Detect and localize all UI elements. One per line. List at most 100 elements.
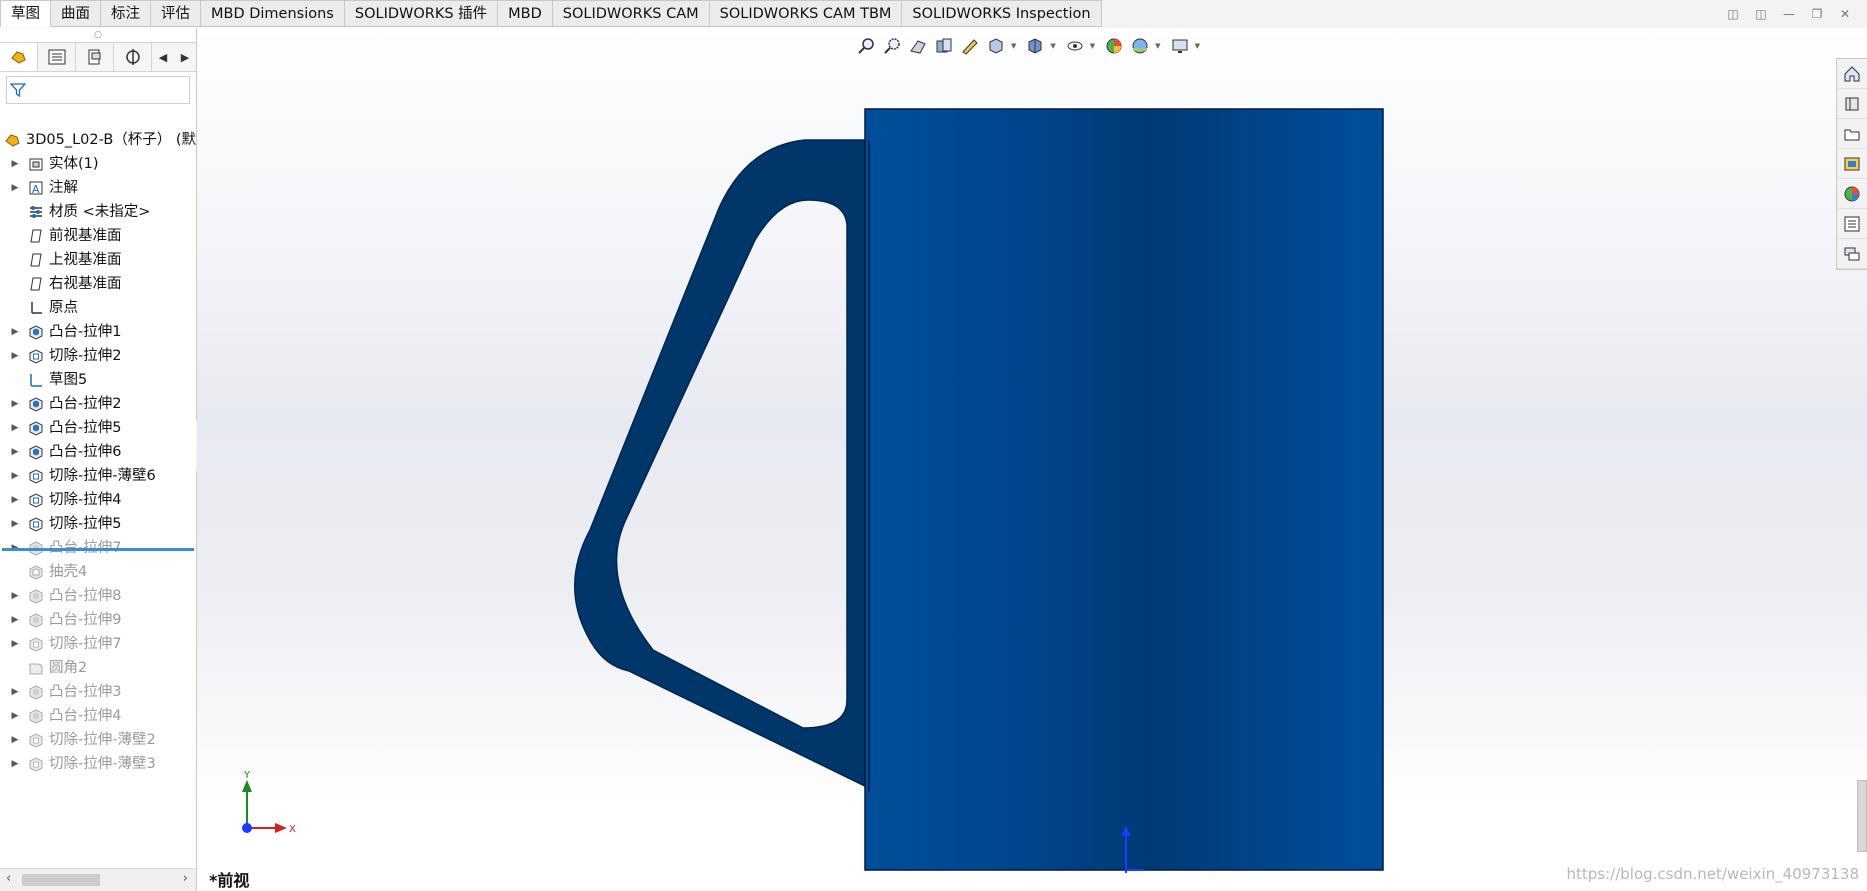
rollback-bar[interactable] — [2, 548, 194, 551]
expand-arrow-icon[interactable]: ▶ — [9, 176, 21, 200]
file-explorer-icon[interactable] — [1837, 119, 1867, 149]
expand-arrow-icon[interactable]: ▶ — [9, 728, 21, 752]
expand-arrow-icon[interactable]: ▶ — [9, 752, 21, 776]
expand-arrow-icon[interactable]: ▶ — [9, 584, 21, 608]
tree-item[interactable]: ▶ 凸台-拉伸1 — [0, 320, 196, 344]
tree-item-label: 原点 — [49, 300, 78, 316]
forum-icon[interactable] — [1837, 239, 1867, 269]
tree-item[interactable]: ▶ A 注解 — [0, 176, 196, 200]
expand-arrow-icon[interactable]: ▶ — [9, 152, 21, 176]
command-tab[interactable]: SOLIDWORKS CAM — [552, 0, 710, 27]
command-tab[interactable]: 评估 — [151, 0, 201, 27]
cut-extrude-icon — [27, 515, 45, 533]
reference-triad: Y X — [242, 770, 296, 835]
tree-item[interactable]: ▶ 凸台-拉伸4 — [0, 704, 196, 728]
tree-item[interactable]: ▶ 凸台-拉伸3 — [0, 680, 196, 704]
expand-arrow-icon[interactable]: ▶ — [9, 440, 21, 464]
command-tab[interactable]: MBD — [498, 0, 553, 27]
tree-item[interactable]: ▶ 凸台-拉伸6 — [0, 440, 196, 464]
tree-item[interactable]: ▶草图5 — [0, 368, 196, 392]
tree-root-part[interactable]: 3D05_L02-B（杯子） (默 — [0, 128, 196, 152]
feature-manager-panel: ○ ◀ ▶ 3D05_L02-B（杯子） (默 ▶实体(1)▶A注解▶材质 <未… — [0, 28, 197, 891]
command-tab[interactable]: 曲面 — [51, 0, 101, 27]
tree-item[interactable]: ▶ 切除-拉伸-薄壁6 — [0, 464, 196, 488]
command-tab[interactable]: SOLIDWORKS Inspection — [902, 0, 1102, 27]
expand-arrow-icon[interactable]: ▶ — [9, 416, 21, 440]
mug-model[interactable] — [197, 28, 1867, 891]
tree-filter-input[interactable] — [6, 76, 190, 104]
expand-arrow-icon[interactable]: ▶ — [9, 608, 21, 632]
fillet-icon — [27, 659, 45, 677]
graphics-area[interactable]: ▼ ▼ ▼ ▼ ▼ Y X *前视 https://blog.csdn.net/… — [197, 28, 1867, 891]
tree-item[interactable]: ▶ 实体(1) — [0, 152, 196, 176]
tree-item[interactable]: ▶ 凸台-拉伸2 — [0, 392, 196, 416]
tree-item-label: 切除-拉伸5 — [49, 516, 122, 532]
tree-item[interactable]: ▶上视基准面 — [0, 248, 196, 272]
tree-item-label: 切除-拉伸7 — [49, 636, 122, 652]
restore-right-icon[interactable]: ◫ — [1753, 6, 1769, 22]
tree-item[interactable]: ▶ 凸台-拉伸5 — [0, 416, 196, 440]
dimxpert-icon[interactable] — [114, 43, 152, 71]
tab-scroll-right-icon[interactable]: ▶ — [174, 43, 196, 71]
panel-horizontal-scrollbar[interactable]: ‹ › — [0, 868, 196, 891]
close-icon[interactable]: ✕ — [1837, 6, 1853, 22]
command-tab[interactable]: SOLIDWORKS CAM TBM — [709, 0, 903, 27]
scroll-left-icon[interactable]: ‹ — [6, 871, 11, 886]
design-library-icon[interactable] — [1837, 89, 1867, 119]
material-icon — [27, 203, 45, 221]
watermark-text: https://blog.csdn.net/weixin_40973138 — [1566, 865, 1859, 883]
tree-item-label: 右视基准面 — [49, 276, 122, 292]
shell-icon — [27, 563, 45, 581]
custom-properties-icon[interactable] — [1837, 209, 1867, 239]
scroll-right-icon[interactable]: › — [183, 871, 188, 886]
tree-item-label: 上视基准面 — [49, 252, 122, 268]
expand-arrow-icon[interactable]: ▶ — [9, 488, 21, 512]
transparency-slider[interactable] — [1857, 780, 1867, 852]
tree-item[interactable]: ▶ 凸台-拉伸9 — [0, 608, 196, 632]
minimize-icon[interactable]: — — [1781, 6, 1797, 22]
boss-extrude-icon — [27, 587, 45, 605]
command-tab[interactable]: SOLIDWORKS 插件 — [344, 0, 499, 27]
panel-grip-icon[interactable]: ○ — [0, 28, 196, 42]
tree-item[interactable]: ▶ 切除-拉伸5 — [0, 512, 196, 536]
tree-item[interactable]: ▶圆角2 — [0, 656, 196, 680]
tree-item-label: 注解 — [49, 180, 78, 196]
expand-arrow-icon[interactable]: ▶ — [9, 344, 21, 368]
view-palette-icon[interactable] — [1837, 149, 1867, 179]
tree-item[interactable]: ▶前视基准面 — [0, 224, 196, 248]
tree-item[interactable]: ▶原点 — [0, 296, 196, 320]
home-icon[interactable] — [1837, 59, 1867, 89]
configuration-manager-icon[interactable] — [76, 43, 114, 71]
maximize-icon[interactable]: ❐ — [1809, 6, 1825, 22]
command-tab[interactable]: 草图 — [0, 0, 51, 27]
expand-arrow-icon[interactable]: ▶ — [9, 512, 21, 536]
appearances-icon[interactable] — [1837, 179, 1867, 209]
scroll-thumb[interactable] — [22, 874, 100, 886]
expand-arrow-icon[interactable]: ▶ — [9, 392, 21, 416]
tree-item[interactable]: ▶抽壳4 — [0, 560, 196, 584]
cut-extrude-icon — [27, 491, 45, 509]
tab-scroll-left-icon[interactable]: ◀ — [152, 43, 174, 71]
tree-item[interactable]: ▶ 切除-拉伸2 — [0, 344, 196, 368]
tree-item[interactable]: ▶ 切除-拉伸-薄壁2 — [0, 728, 196, 752]
tree-item[interactable]: ▶ 切除-拉伸4 — [0, 488, 196, 512]
command-tab[interactable]: MBD Dimensions — [201, 0, 345, 27]
task-pane — [1836, 58, 1867, 270]
expand-arrow-icon[interactable]: ▶ — [9, 632, 21, 656]
mug-handle — [574, 139, 870, 790]
command-tab[interactable]: 标注 — [101, 0, 151, 27]
tree-item[interactable]: ▶ 凸台-拉伸8 — [0, 584, 196, 608]
tree-item[interactable]: ▶材质 <未指定> — [0, 200, 196, 224]
expand-arrow-icon[interactable]: ▶ — [9, 320, 21, 344]
property-manager-icon[interactable] — [38, 43, 76, 71]
tree-item[interactable]: ▶右视基准面 — [0, 272, 196, 296]
expand-arrow-icon[interactable]: ▶ — [9, 464, 21, 488]
expand-arrow-icon[interactable]: ▶ — [9, 680, 21, 704]
tree-item-label: 前视基准面 — [49, 228, 122, 244]
tree-item[interactable]: ▶ 切除-拉伸-薄壁3 — [0, 752, 196, 776]
tree-item[interactable]: ▶ 切除-拉伸7 — [0, 632, 196, 656]
expand-arrow-icon[interactable]: ▶ — [9, 704, 21, 728]
triad-x-label: X — [289, 824, 296, 835]
restore-left-icon[interactable]: ◫ — [1725, 6, 1741, 22]
feature-manager-icon[interactable] — [0, 43, 38, 71]
